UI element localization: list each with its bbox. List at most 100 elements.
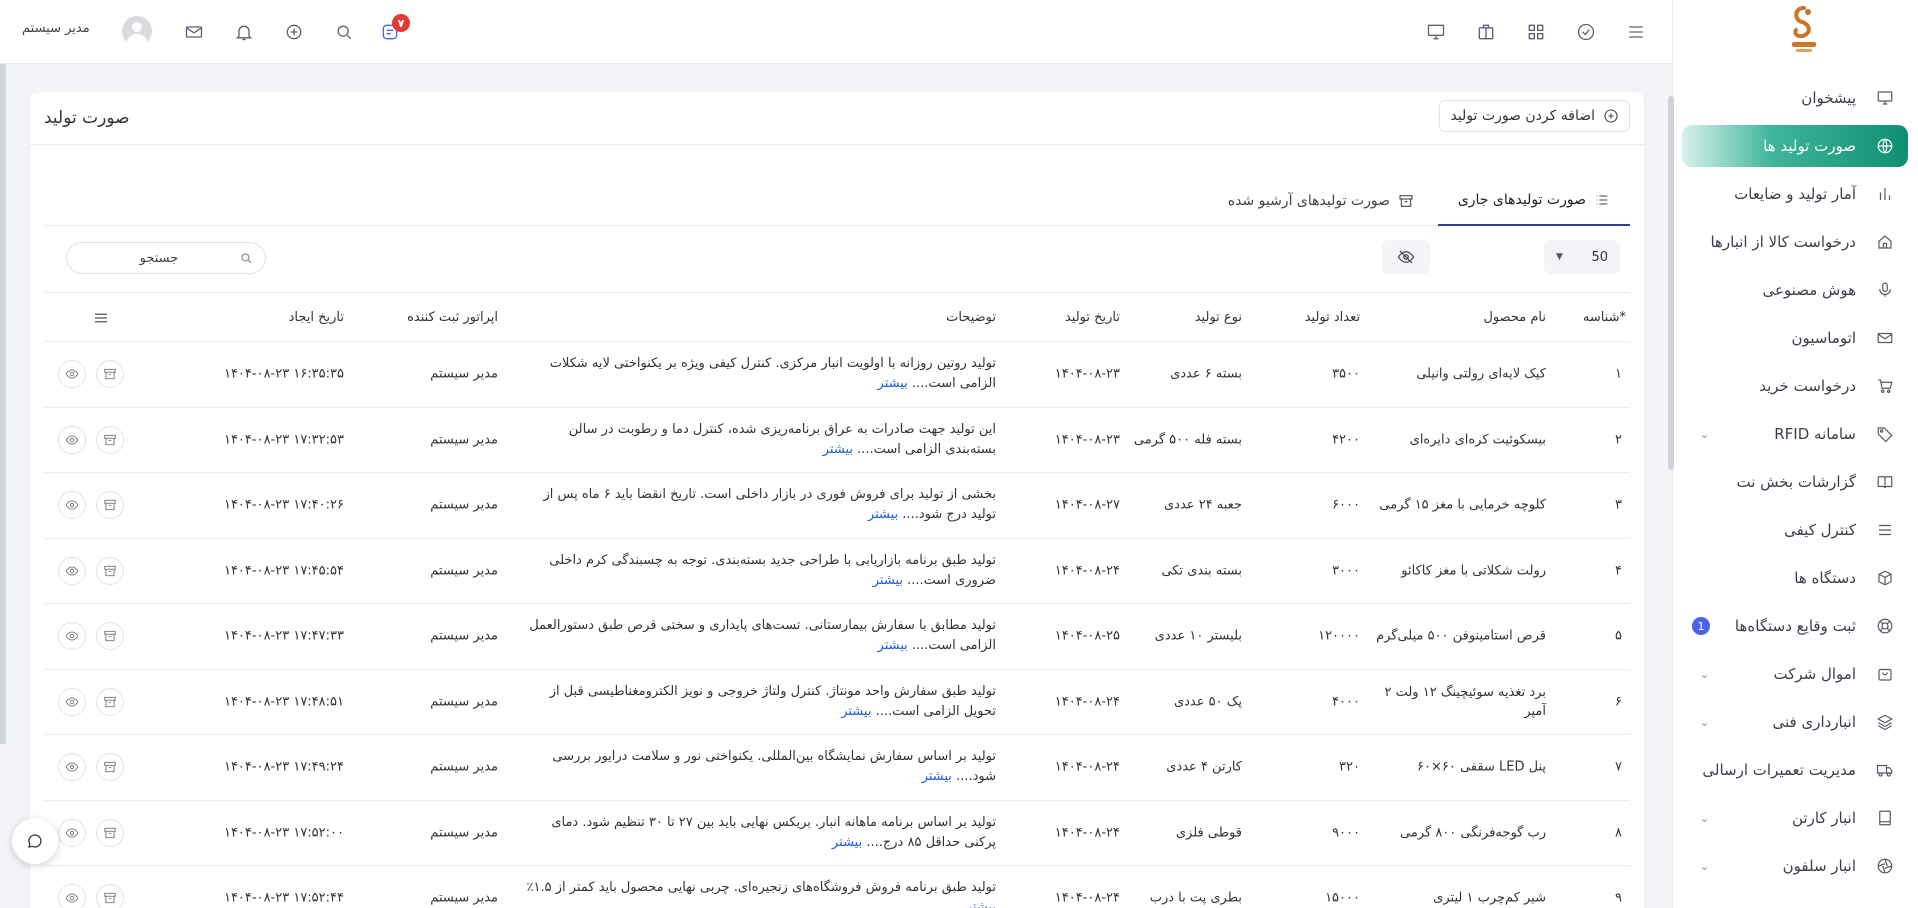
desktop-icon[interactable] bbox=[1424, 20, 1448, 44]
sidebar-item-8[interactable]: گزارشات بخش نت bbox=[1682, 458, 1908, 506]
sidebar-item-14[interactable]: مدیریت تعمیرات ارسالی bbox=[1682, 746, 1908, 794]
more-link[interactable]: بیشتر bbox=[873, 573, 903, 588]
tasks-icon[interactable]: ۷ bbox=[378, 14, 410, 44]
tab-archived[interactable]: صورت تولیدهای آرشیو شده bbox=[1208, 176, 1434, 226]
archive-row-button[interactable] bbox=[96, 753, 124, 782]
search-icon[interactable] bbox=[332, 20, 356, 44]
sidebar-item-3[interactable]: درخواست کالا از انبارها bbox=[1682, 218, 1908, 266]
sidebar-item-16[interactable]: انبار سلفون ⌄ bbox=[1682, 842, 1908, 890]
archive-row-button[interactable] bbox=[96, 622, 124, 651]
table-row[interactable]: ۹ شیر کم‌چرب ۱ لیتری ۱۵۰۰۰ بطری پت با درب ۱۴… bbox=[44, 866, 1630, 908]
header-type[interactable]: نوع تولید bbox=[1195, 310, 1242, 325]
archive-row-button[interactable] bbox=[96, 360, 124, 389]
cell-quantity: ۳۰۰۰ bbox=[1332, 563, 1360, 579]
lifebuoy-icon bbox=[1874, 615, 1896, 637]
toggle-columns-button[interactable] bbox=[1382, 240, 1430, 274]
add-circle-icon[interactable] bbox=[282, 20, 306, 44]
eye-off-icon bbox=[1397, 250, 1415, 264]
archive-row-button[interactable] bbox=[96, 425, 124, 454]
bell-icon[interactable] bbox=[232, 20, 256, 44]
more-link[interactable]: بیشتر bbox=[922, 769, 952, 784]
check-circle-icon[interactable] bbox=[1574, 20, 1598, 44]
view-row-button[interactable] bbox=[58, 818, 86, 847]
header-created[interactable]: تاریخ ایجاد bbox=[289, 310, 344, 325]
sidebar-item-0[interactable]: پیشخوان bbox=[1682, 74, 1908, 122]
table-row[interactable]: ۷ پنل LED سقفی ۶۰×۶۰ ۳۲۰ کارتن ۴ عددی ۱۴۰۴-۰… bbox=[44, 735, 1630, 801]
archive-row-button[interactable] bbox=[96, 818, 124, 847]
sidebar-item-6[interactable]: درخواست خرید bbox=[1682, 362, 1908, 410]
sidebar-item-1[interactable]: صورت تولید ها bbox=[1682, 125, 1908, 167]
cell-product-name: پنل LED سقفی ۶۰×۶۰ bbox=[1417, 759, 1546, 775]
archive-row-button[interactable] bbox=[96, 556, 124, 585]
header-name[interactable]: نام محصول bbox=[1483, 310, 1546, 325]
view-row-button[interactable] bbox=[58, 556, 86, 585]
more-link[interactable]: بیشتر bbox=[878, 376, 908, 391]
more-link[interactable]: بیشتر bbox=[823, 442, 853, 457]
sidebar-item-15[interactable]: انبار کارتن ⌄ bbox=[1682, 794, 1908, 842]
add-production-button[interactable]: اضافه کردن صورت تولید bbox=[1439, 100, 1630, 132]
cell-operator: مدیر سیستم bbox=[430, 628, 498, 644]
sidebar-item-7[interactable]: سامانه RFID ⌄ bbox=[1682, 410, 1908, 458]
header-operator[interactable]: اپراتور ثبت کننده bbox=[407, 310, 498, 325]
view-row-button[interactable] bbox=[58, 687, 86, 716]
sidebar-item-4[interactable]: هوش مصنوعی bbox=[1682, 266, 1908, 314]
cell-production-type: جعبه ۲۴ عددی bbox=[1164, 497, 1242, 513]
header-desc[interactable]: توضیحات bbox=[946, 310, 996, 325]
view-row-button[interactable] bbox=[58, 491, 86, 520]
sidebar-item-2[interactable]: آمار تولید و ضایعات bbox=[1682, 170, 1908, 218]
header-qty[interactable]: تعداد تولید bbox=[1305, 310, 1360, 325]
description-text: این تولید جهت صادرات به عراق برنامه‌ریزی… bbox=[568, 421, 996, 457]
production-table: *شناسه نام محصول تعداد تولید نوع تولید ت… bbox=[44, 292, 1630, 908]
table-row[interactable]: ۴ رولت شکلاتی با مغز کاکائو ۳۰۰۰ بسته بندی … bbox=[44, 539, 1630, 604]
sidebar-item-5[interactable]: اتوماسیون bbox=[1682, 314, 1908, 362]
mail-icon[interactable] bbox=[182, 20, 206, 44]
briefcase-icon[interactable] bbox=[1474, 20, 1498, 44]
view-row-button[interactable] bbox=[58, 425, 86, 454]
sidebar-item-11[interactable]: ثبت وقایع دستگاه‌ها 1 bbox=[1682, 602, 1908, 650]
table-row[interactable]: ۵ قرص استامینوفن ۵۰۰ میلی‌گرم ۱۲۰۰۰۰ بلیستر… bbox=[44, 604, 1630, 670]
view-row-button[interactable] bbox=[58, 622, 86, 651]
table-row[interactable]: ۸ رب گوجه‌فرنگی ۸۰۰ گرمی ۹۰۰۰ قوطی فلزی ۱۴۰۴… bbox=[44, 801, 1630, 866]
more-link[interactable]: بیشتر bbox=[832, 835, 862, 850]
avatar[interactable] bbox=[122, 16, 152, 46]
more-link[interactable]: بیشتر bbox=[878, 638, 908, 653]
more-link[interactable]: بیشتر bbox=[841, 704, 871, 719]
view-row-button[interactable] bbox=[58, 360, 86, 389]
column-menu-icon[interactable] bbox=[92, 309, 110, 331]
chat-button[interactable] bbox=[12, 818, 58, 864]
search-input[interactable]: جستجو bbox=[66, 242, 266, 274]
cell-product-name: رولت شکلاتی با مغز کاکائو bbox=[1401, 563, 1546, 579]
sidebar-item-10[interactable]: دستگاه ها bbox=[1682, 554, 1908, 602]
page-scrollbar[interactable] bbox=[1668, 96, 1674, 470]
table-row[interactable]: ۳ کلوچه خرمایی با مغز ۱۵ گرمی ۶۰۰۰ جعبه ۲۴ … bbox=[44, 473, 1630, 539]
table-row[interactable]: ۶ برد تغذیه سوئیچینگ ۱۲ ولت ۲ آمپر ۴۰۰۰ پک … bbox=[44, 670, 1630, 735]
user-name[interactable]: مدیر سیستم bbox=[22, 21, 90, 36]
view-row-button[interactable] bbox=[58, 884, 86, 908]
archive-row-button[interactable] bbox=[96, 687, 124, 716]
cell-production-type: بسته بندی تکی bbox=[1161, 563, 1242, 579]
table-row[interactable]: ۲ بیسکوئیت کره‌ای دایره‌ای ۴۲۰۰ بسته فله ۵۰… bbox=[44, 408, 1630, 473]
header-date[interactable]: تاریخ تولید bbox=[1065, 310, 1120, 325]
notification-count-badge: ۷ bbox=[392, 14, 410, 32]
tab-current[interactable]: صورت تولیدهای جاری bbox=[1437, 176, 1630, 226]
per-page-select[interactable]: 50 ▼ bbox=[1544, 240, 1620, 274]
cell-production-date: ۱۴۰۴-۰۸-۲۴ bbox=[1054, 759, 1120, 775]
chat-bubble-icon bbox=[28, 834, 42, 848]
archive-row-button[interactable] bbox=[96, 491, 124, 520]
sidebar-menu: پیشخوان صورت تولید ها آمار تولید و ضایعات د… bbox=[1682, 74, 1908, 890]
more-link[interactable]: بیشتر bbox=[868, 507, 898, 522]
archive-row-button[interactable] bbox=[96, 884, 124, 908]
sidebar-item-9[interactable]: کنترل کیفی bbox=[1682, 506, 1908, 554]
view-row-button[interactable] bbox=[58, 753, 86, 782]
table-row[interactable]: ۱ کیک لایه‌ای رولتی وانیلی ۳۵۰۰ بسته ۶ عددی… bbox=[44, 342, 1630, 408]
header-id[interactable]: *شناسه bbox=[1583, 310, 1626, 325]
grid-icon[interactable] bbox=[1524, 20, 1548, 44]
cart-icon bbox=[1874, 375, 1896, 397]
sidebar-item-label: هوش مصنوعی bbox=[1762, 281, 1856, 299]
sidebar-item-13[interactable]: انبارداری فنی ⌄ bbox=[1682, 698, 1908, 746]
more-link[interactable]: بیشتر bbox=[966, 900, 996, 908]
hamburger-menu-icon[interactable] bbox=[1624, 20, 1648, 44]
sidebar-item-12[interactable]: اموال شرکت ⌄ bbox=[1682, 650, 1908, 698]
eye-icon bbox=[65, 631, 79, 641]
add-production-label: اضافه کردن صورت تولید bbox=[1450, 108, 1595, 124]
